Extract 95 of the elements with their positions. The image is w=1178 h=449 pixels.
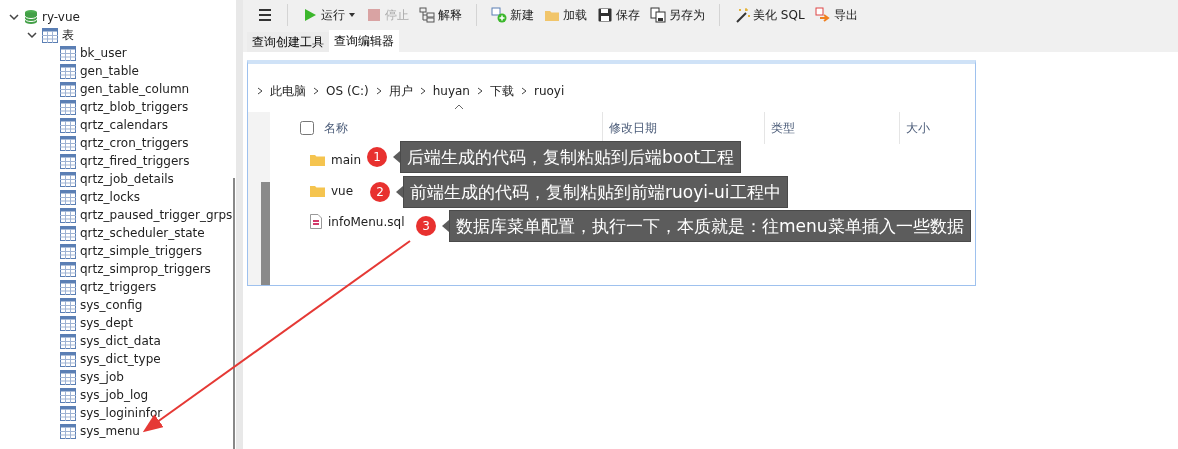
table-icon xyxy=(60,99,76,115)
breadcrumb-item[interactable]: 此电脑 xyxy=(270,81,306,100)
table-icon xyxy=(60,333,76,349)
annotation-callout: 后端生成的代码，复制粘贴到后端boot工程 xyxy=(400,141,742,173)
table-icon xyxy=(60,243,76,259)
table-icon xyxy=(60,189,76,205)
tree-item-label[interactable]: sys_config xyxy=(80,296,143,314)
tree-item-label[interactable]: bk_user xyxy=(80,44,127,62)
tables-folder-icon xyxy=(42,27,58,43)
tree-item-label[interactable]: qrtz_paused_trigger_grps xyxy=(80,206,233,224)
table-icon xyxy=(60,387,76,403)
magic-wand-icon xyxy=(734,7,750,23)
tree-item-label[interactable]: sys_dept xyxy=(80,314,133,332)
chevron-icon xyxy=(312,86,320,95)
toolbar-button[interactable]: 另存为 xyxy=(646,4,709,26)
tree-item-label[interactable]: sys_job_log xyxy=(80,386,149,404)
diagram-icon xyxy=(419,7,435,23)
toolbar-button[interactable]: 保存 xyxy=(593,4,644,26)
file-name[interactable]: main xyxy=(331,150,361,169)
folder-icon xyxy=(310,184,325,197)
tree-item-label[interactable]: sys_dict_data xyxy=(80,332,161,350)
tree-item-label[interactable]: qrtz_scheduler_state xyxy=(80,224,205,242)
table-icon xyxy=(60,279,76,295)
chevron-icon[interactable] xyxy=(26,29,38,41)
tree-item-label[interactable]: gen_table xyxy=(80,62,139,80)
table-icon xyxy=(60,315,76,331)
toolbar-button[interactable]: 运行 xyxy=(298,4,360,26)
tree-item-label[interactable]: qrtz_job_details xyxy=(80,170,174,188)
sql-file-icon xyxy=(310,214,322,229)
table-icon xyxy=(60,369,76,385)
breadcrumb-item[interactable]: OS (C:) xyxy=(326,81,369,100)
breadcrumb-item[interactable]: huyan xyxy=(432,81,470,100)
breadcrumb-item[interactable]: 下载 xyxy=(489,81,514,100)
chevron-icon xyxy=(475,86,484,95)
table-icon xyxy=(60,63,76,79)
folder-icon xyxy=(310,153,325,166)
play-icon xyxy=(302,7,318,23)
table-icon xyxy=(60,405,76,421)
column-header[interactable]: 名称 xyxy=(324,119,348,137)
tree-item-label[interactable]: qrtz_calendars xyxy=(80,116,168,134)
tree-item-label[interactable]: qrtz_simprop_triggers xyxy=(80,260,211,278)
file-name[interactable]: infoMenu.sql xyxy=(328,212,405,231)
annotation-callout: 数据库菜单配置，执行一下，本质就是：往menu菜单插入一些数据 xyxy=(449,210,971,242)
table-icon xyxy=(60,171,76,187)
table-icon xyxy=(60,81,76,97)
chevron-icon[interactable] xyxy=(8,11,20,23)
toolbar-button[interactable]: 加载 xyxy=(540,4,591,26)
toolbar-button[interactable]: 导出 xyxy=(810,4,862,26)
toolbar-button[interactable]: 美化 SQL xyxy=(730,4,809,26)
table-icon xyxy=(60,423,76,439)
table-icon xyxy=(60,135,76,151)
table-icon xyxy=(60,225,76,241)
column-header[interactable]: 大小 xyxy=(906,119,930,137)
stop-icon xyxy=(366,7,382,23)
scrollbar-thumb[interactable] xyxy=(233,178,236,449)
tree-item-label[interactable]: sys_logininfor xyxy=(80,404,163,422)
sort-caret-icon xyxy=(454,104,464,110)
tree-item-label[interactable]: sys_dict_type xyxy=(80,350,161,368)
column-header[interactable]: 类型 xyxy=(771,119,795,137)
breadcrumb-item[interactable]: ruoyi xyxy=(533,81,565,100)
table-icon xyxy=(60,117,76,133)
tree-item-label[interactable]: ry-vue xyxy=(42,8,80,26)
tree-item-label[interactable]: gen_table_column xyxy=(80,80,190,98)
tree-item-label[interactable]: sys_job xyxy=(80,368,124,386)
tab[interactable]: 查询创建工具 xyxy=(247,32,329,52)
chevron-icon xyxy=(418,86,427,95)
tree-item-label[interactable]: qrtz_locks xyxy=(80,188,141,206)
tab[interactable]: 查询编辑器 xyxy=(329,30,399,52)
tree-item-label[interactable]: qrtz_blob_triggers xyxy=(80,98,189,116)
chevron-icon xyxy=(519,86,528,95)
tree-item-label[interactable]: qrtz_fired_triggers xyxy=(80,152,190,170)
new-table-icon xyxy=(491,7,507,23)
tree-item-label[interactable]: sys_menu xyxy=(80,422,140,440)
column-header[interactable]: 修改日期 xyxy=(609,119,657,137)
tree-item-label[interactable]: qrtz_cron_triggers xyxy=(80,134,189,152)
table-icon xyxy=(60,351,76,367)
tree-item-label[interactable]: 表 xyxy=(62,26,74,44)
save-as-icon xyxy=(650,7,666,23)
tree-item-label[interactable]: qrtz_simple_triggers xyxy=(80,242,202,260)
table-icon xyxy=(60,297,76,313)
toolbar-button[interactable]: 解释 xyxy=(415,4,466,26)
table-icon xyxy=(60,207,76,223)
chevron-icon xyxy=(256,86,264,95)
breadcrumb-item[interactable]: 用户 xyxy=(388,81,413,100)
table-icon xyxy=(60,261,76,277)
table-icon xyxy=(60,153,76,169)
tree-item-label[interactable]: qrtz_triggers xyxy=(80,278,157,296)
toolbar-button[interactable]: 新建 xyxy=(487,4,538,26)
checkbox-icon xyxy=(300,121,314,135)
annotation-callout: 前端生成的代码，复制粘贴到前端ruoyi-ui工程中 xyxy=(403,176,788,208)
file-name[interactable]: vue xyxy=(331,181,354,200)
export-arrow-icon xyxy=(814,7,831,23)
table-icon xyxy=(60,45,76,61)
chevron-icon xyxy=(374,86,383,95)
menu-icon xyxy=(257,7,273,23)
